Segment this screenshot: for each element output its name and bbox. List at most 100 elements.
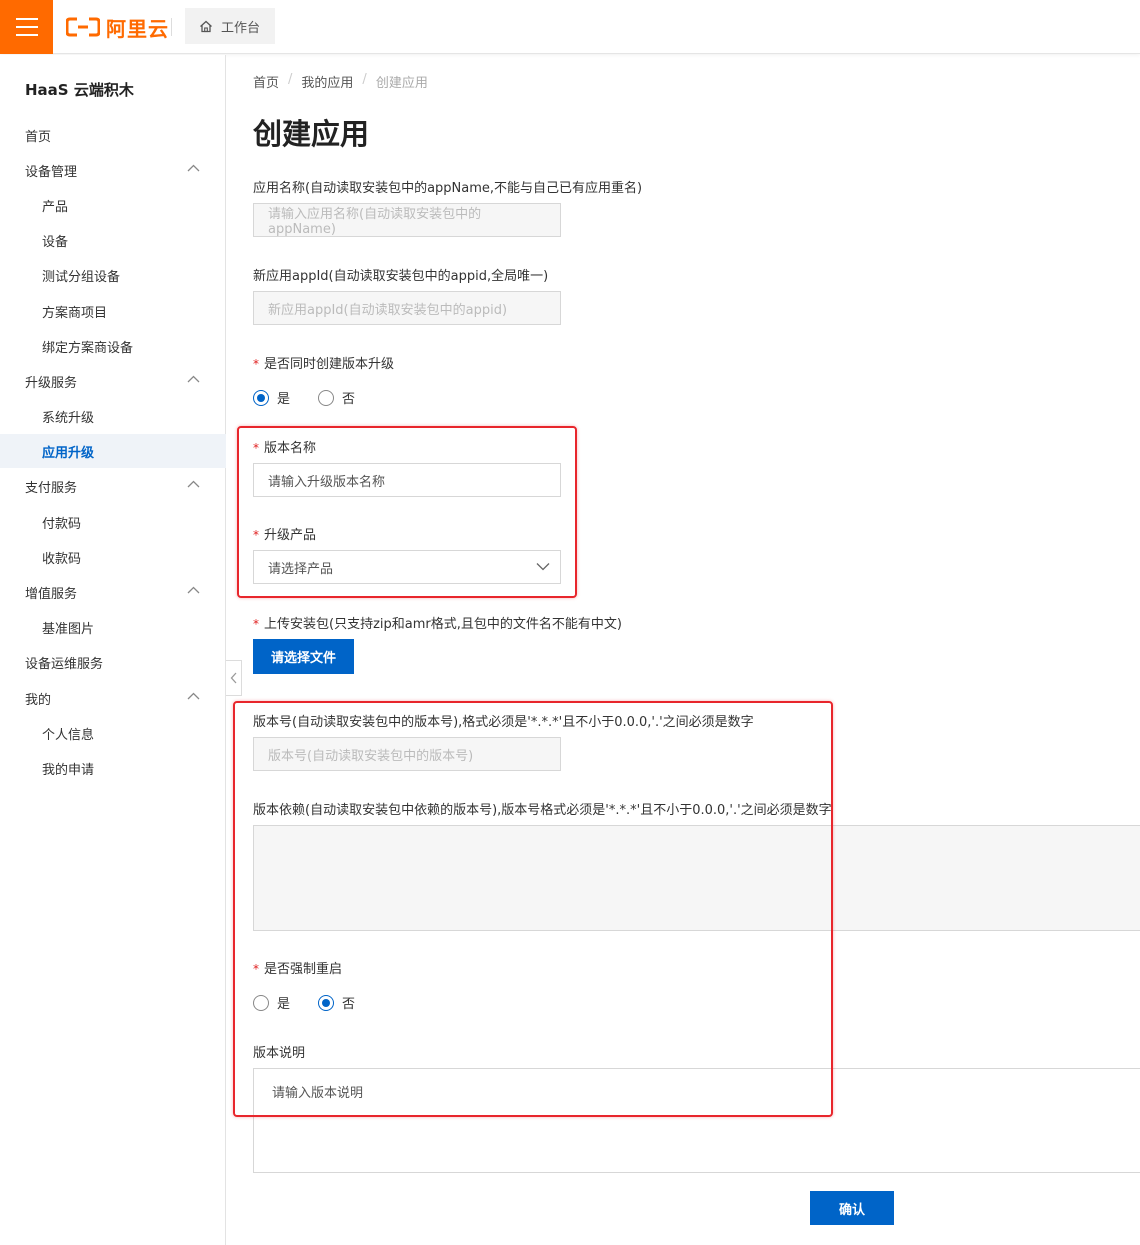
version-description-placeholder: 请输入版本说明 xyxy=(272,1086,364,1101)
sidebar-item-vendor-projects[interactable]: 方案商项目 xyxy=(0,294,226,328)
sidebar-title: HaaS 云端积木 xyxy=(25,81,134,99)
sidebar-item-label: 测试分组设备 xyxy=(42,269,121,285)
breadcrumb-my-apps[interactable]: 我的应用 xyxy=(301,72,353,91)
chevron-up-icon xyxy=(187,375,200,383)
sidebar-item-test-group-devices[interactable]: 测试分组设备 xyxy=(0,258,226,292)
version-number-label: 版本号(自动读取安装包中的版本号),格式必须是'*.*.*'且不小于0.0.0,… xyxy=(253,715,754,730)
sidebar-item-device[interactable]: 设备 xyxy=(0,223,226,257)
version-number-input[interactable]: 版本号(自动读取安装包中的版本号) xyxy=(253,737,561,771)
hamburger-menu-button[interactable] xyxy=(0,0,53,54)
version-name-placeholder: 请输入升级版本名称 xyxy=(268,474,386,490)
menu-line-icon xyxy=(15,34,38,36)
radio-checked-icon xyxy=(253,389,269,406)
version-name-label-text: 版本名称 xyxy=(264,441,317,456)
sidebar-item-label: 设备管理 xyxy=(25,164,78,180)
workbench-button[interactable]: 工作台 xyxy=(185,8,275,44)
version-name-input[interactable]: 请输入升级版本名称 xyxy=(253,463,561,497)
create-upgrade-label: * 是否同时创建版本升级 xyxy=(253,353,394,372)
sidebar-group-payment-services[interactable]: 支付服务 xyxy=(0,469,226,503)
upgrade-product-label: * 升级产品 xyxy=(253,524,316,543)
force-restart-yes-radio[interactable]: 是 xyxy=(253,993,290,1012)
menu-line-icon xyxy=(15,18,38,20)
version-description-label: 版本说明 xyxy=(253,1046,306,1061)
aliyun-logo-icon xyxy=(66,17,100,37)
version-number-placeholder: 版本号(自动读取安装包中的版本号) xyxy=(268,748,474,764)
sidebar-item-system-upgrade[interactable]: 系统升级 xyxy=(0,399,226,433)
chevron-up-icon xyxy=(187,164,200,172)
radio-label: 否 xyxy=(342,392,356,407)
radio-unchecked-icon xyxy=(318,389,335,406)
required-star: * xyxy=(253,441,259,455)
workbench-label: 工作台 xyxy=(221,20,261,36)
sidebar-item-label: 个人信息 xyxy=(42,727,95,743)
logo-text: 阿里云 xyxy=(106,16,169,41)
sidebar-item-bind-vendor-devices[interactable]: 绑定方案商设备 xyxy=(0,329,226,363)
menu-line-icon xyxy=(15,26,38,28)
sidebar-item-product[interactable]: 产品 xyxy=(0,188,226,222)
app-name-placeholder: 请输入应用名称(自动读取安装包中的appName) xyxy=(268,207,482,237)
appid-input[interactable]: 新应用appId(自动读取安装包中的appid) xyxy=(253,291,561,325)
sidebar-item-receive-code[interactable]: 收款码 xyxy=(0,540,226,574)
sidebar-item-label: 收款码 xyxy=(42,551,82,567)
sidebar-item-label: 设备 xyxy=(42,234,69,250)
sidebar-group-device-management[interactable]: 设备管理 xyxy=(0,153,226,187)
sidebar-group-mine[interactable]: 我的 xyxy=(0,681,226,715)
sidebar-group-value-added-services[interactable]: 增值服务 xyxy=(0,575,226,609)
sidebar-item-label: 首页 xyxy=(25,129,52,145)
sidebar-item-reference-images[interactable]: 基准图片 xyxy=(0,610,226,644)
required-star: * xyxy=(253,962,259,976)
aliyun-logo[interactable]: 阿里云 xyxy=(66,13,169,41)
sidebar-item-my-applications[interactable]: 我的申请 xyxy=(0,751,226,785)
sidebar-item-label: 方案商项目 xyxy=(42,305,108,321)
sidebar-item-device-ops[interactable]: 设备运维服务 xyxy=(0,645,226,679)
chevron-down-icon xyxy=(536,563,550,571)
upgrade-product-select[interactable]: 请选择产品 xyxy=(253,550,561,584)
sidebar-item-home[interactable]: 首页 xyxy=(0,118,226,152)
top-bar: 阿里云 工作台 xyxy=(0,0,1140,54)
appid-placeholder: 新应用appId(自动读取安装包中的appid) xyxy=(268,302,508,318)
chevron-up-icon xyxy=(187,692,200,700)
appid-label: 新应用appId(自动读取安装包中的appid,全局唯一) xyxy=(253,269,549,284)
create-upgrade-no-radio[interactable]: 否 xyxy=(318,388,355,407)
sidebar-item-label: 绑定方案商设备 xyxy=(42,340,134,356)
choose-file-button[interactable]: 请选择文件 xyxy=(253,639,354,674)
app-name-input[interactable]: 请输入应用名称(自动读取安装包中的appName) xyxy=(253,203,561,237)
sidebar-item-label: 系统升级 xyxy=(42,410,95,426)
force-restart-label-text: 是否强制重启 xyxy=(264,962,343,977)
sidebar-item-label: 增值服务 xyxy=(25,586,78,602)
breadcrumb-separator: / xyxy=(288,72,293,87)
confirm-button[interactable]: 确认 xyxy=(810,1191,894,1225)
upload-package-label: * 上传安装包(只支持zip和amr格式,且包中的文件名不能有中文) xyxy=(253,613,622,632)
radio-label: 是 xyxy=(277,997,291,1012)
sidebar-group-upgrade-services[interactable]: 升级服务 xyxy=(0,364,226,398)
required-star: * xyxy=(253,528,259,542)
force-restart-radio-group: 是 否 xyxy=(253,993,383,1012)
main-content: 首页 / 我的应用 / 创建应用 创建应用 应用名称(自动读取安装包中的appN… xyxy=(227,55,1140,1245)
sidebar-item-label: 支付服务 xyxy=(25,480,78,496)
sidebar-item-label: 付款码 xyxy=(42,516,82,532)
sidebar-item-label: 升级服务 xyxy=(25,375,78,391)
force-restart-no-radio[interactable]: 否 xyxy=(318,993,355,1012)
sidebar-item-label: 我的 xyxy=(25,692,52,708)
sidebar: HaaS 云端积木 首页 设备管理 产品 设备 测试分组设备 方案商项目 绑定方… xyxy=(0,55,226,1245)
required-star: * xyxy=(253,357,259,371)
sidebar-item-app-upgrade[interactable]: 应用升级 xyxy=(0,434,226,468)
sidebar-item-label: 我的申请 xyxy=(42,762,95,778)
sidebar-item-label: 应用升级 xyxy=(42,445,95,461)
sidebar-item-personal-info[interactable]: 个人信息 xyxy=(0,716,226,750)
sidebar-item-payment-code[interactable]: 付款码 xyxy=(0,505,226,539)
page-title: 创建应用 xyxy=(253,117,370,151)
radio-unchecked-icon xyxy=(253,994,269,1011)
sidebar-item-label: 设备运维服务 xyxy=(25,656,104,672)
breadcrumb-current: 创建应用 xyxy=(375,76,428,91)
create-upgrade-yes-radio[interactable]: 是 xyxy=(253,388,290,407)
version-dependency-textarea[interactable] xyxy=(253,825,1140,931)
upgrade-product-placeholder: 请选择产品 xyxy=(268,561,334,577)
create-upgrade-radio-group: 是 否 xyxy=(253,388,383,407)
version-description-textarea[interactable]: 请输入版本说明 xyxy=(253,1068,1140,1173)
force-restart-label: * 是否强制重启 xyxy=(253,958,342,977)
home-icon xyxy=(200,20,212,32)
breadcrumb-home[interactable]: 首页 xyxy=(253,72,279,91)
upgrade-product-label-text: 升级产品 xyxy=(264,528,317,543)
required-star: * xyxy=(253,617,259,631)
